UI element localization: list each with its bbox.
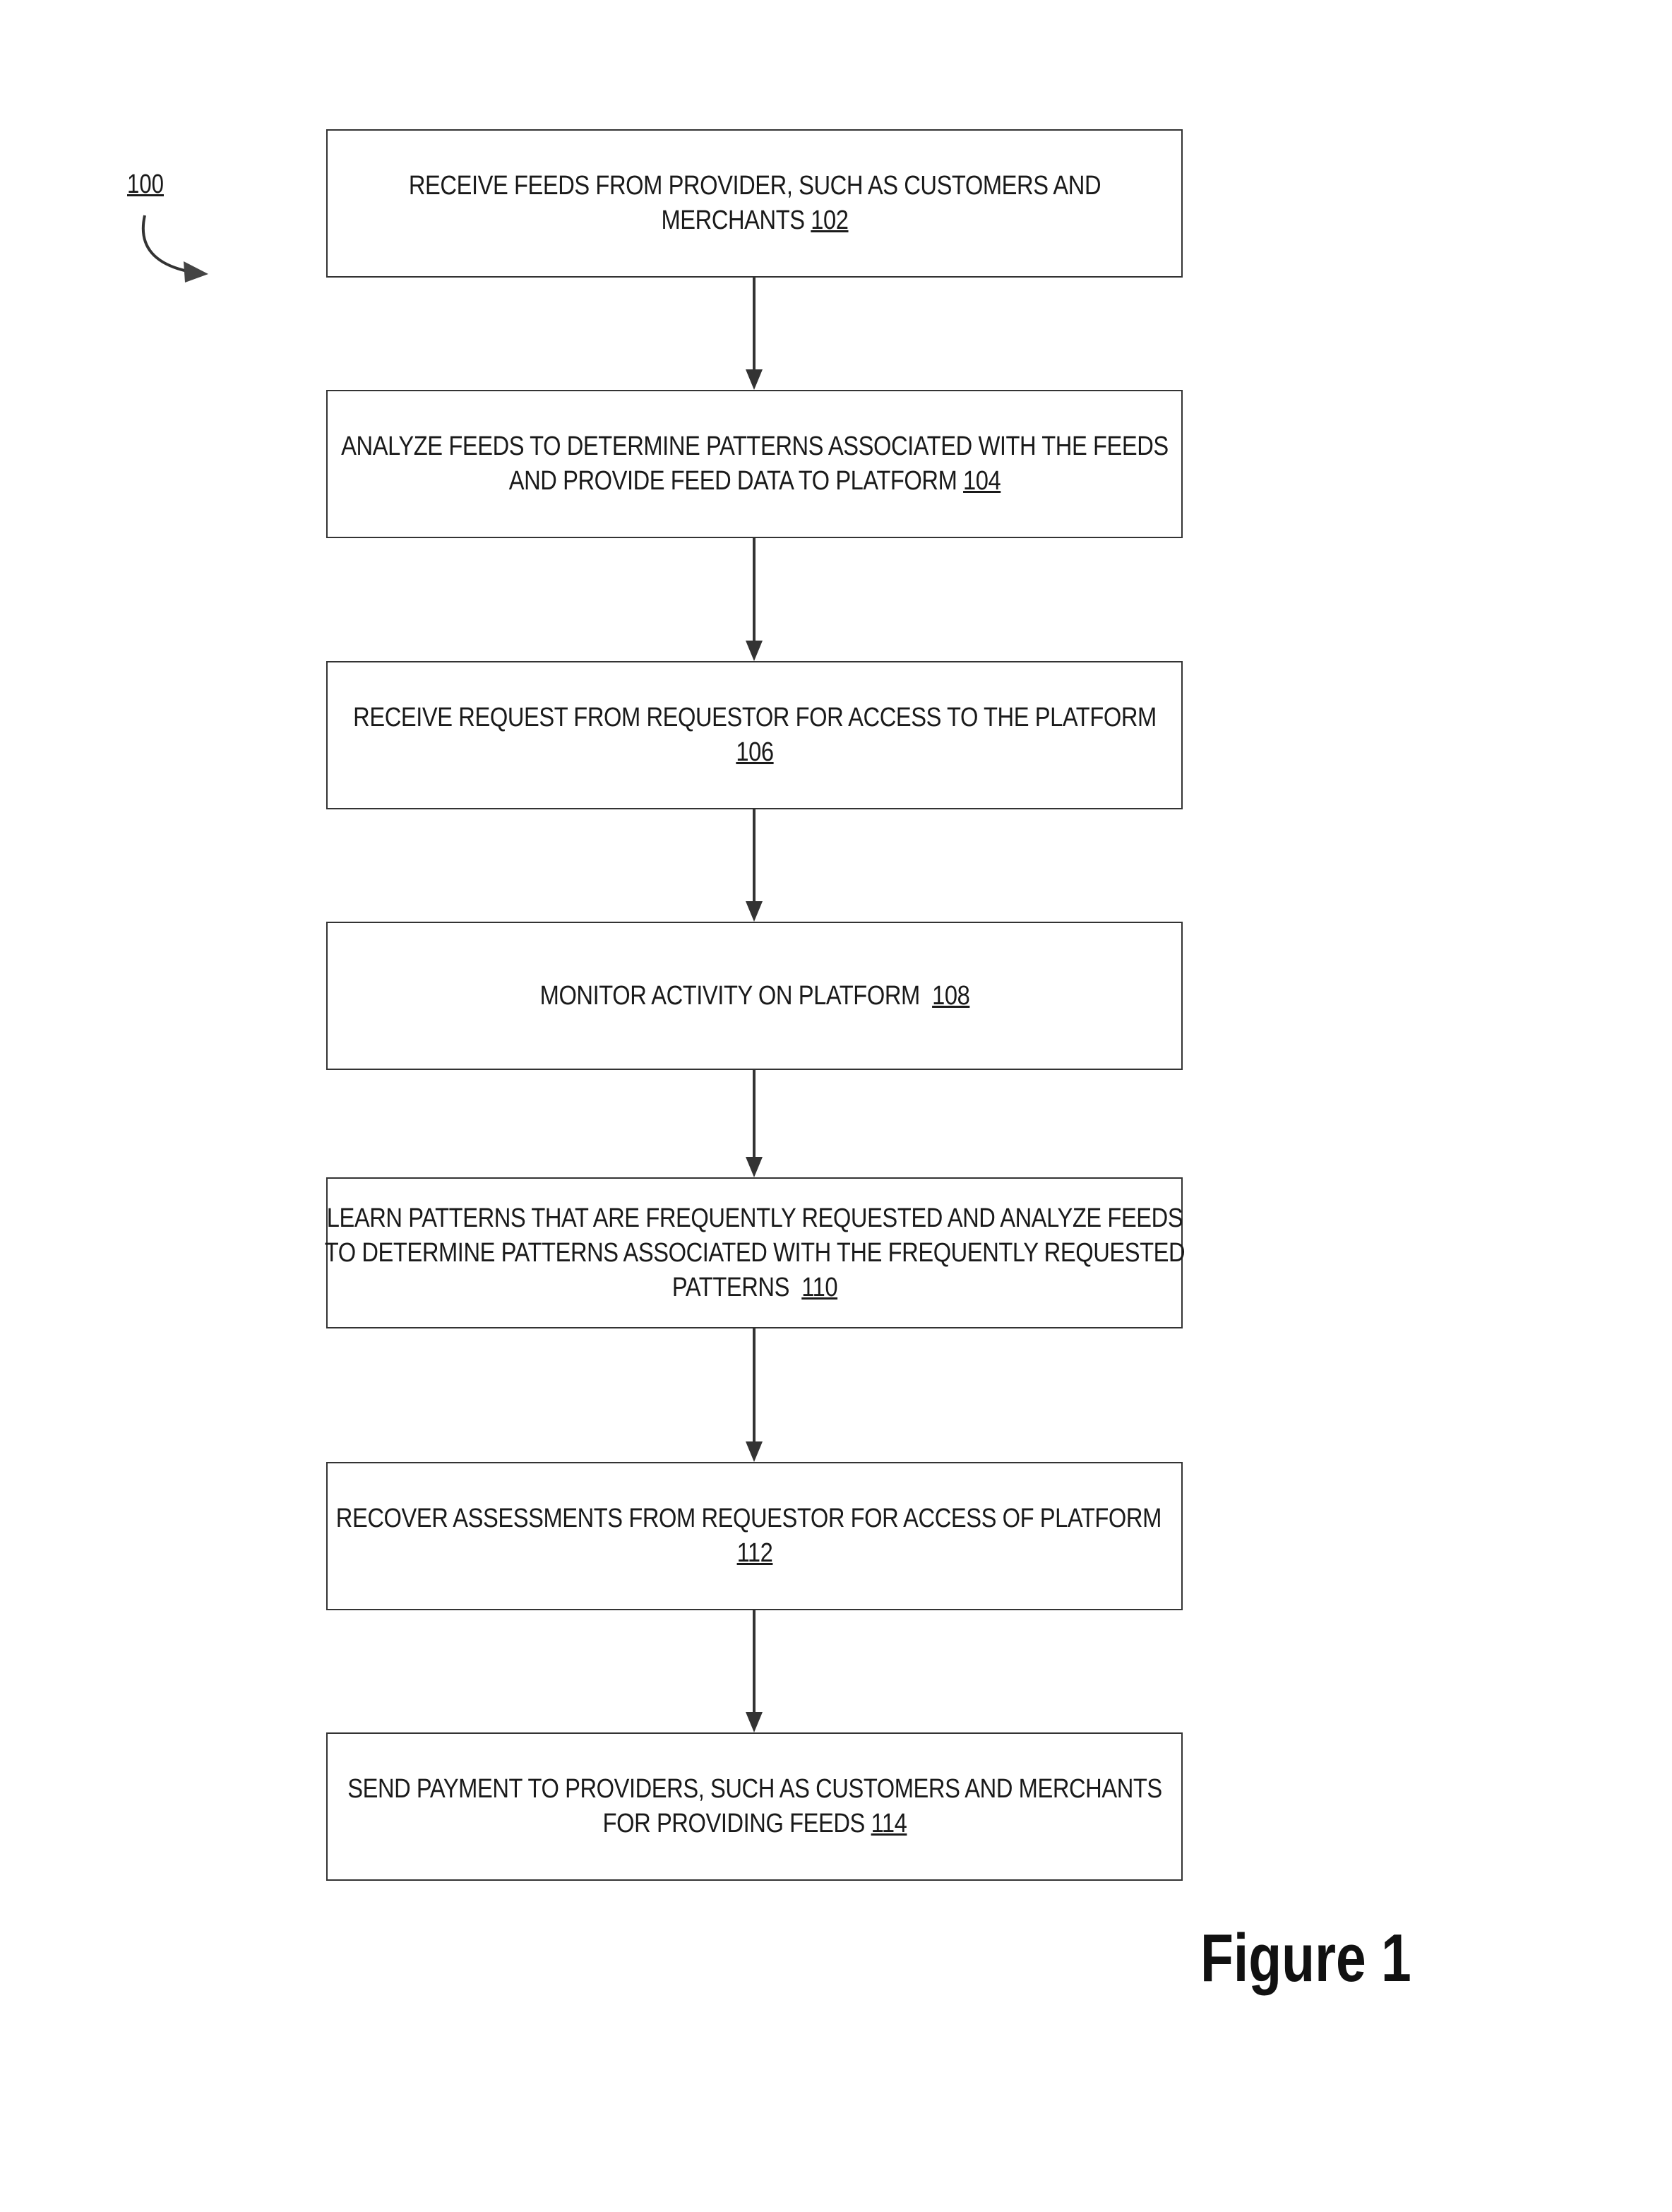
step-text: SEND PAYMENT TO PROVIDERS, SUCH AS CUSTO… [347,1774,1162,1838]
arrow-104-to-106 [746,538,763,661]
step-number: 112 [736,1538,772,1568]
step-box-112: RECOVER ASSESSMENTS FROM REQUESTOR FOR A… [326,1462,1183,1610]
step-box-104: ANALYZE FEEDS TO DETERMINE PATTERNS ASSO… [326,390,1183,538]
arrow-108-to-110 [746,1070,763,1177]
step-number: 102 [810,206,849,235]
step-number: 104 [962,466,1001,496]
arrow-102-to-104 [746,278,763,390]
step-box-106: RECEIVE REQUEST FROM REQUESTOR FOR ACCES… [326,661,1183,809]
reference-label: 100 [127,170,164,199]
step-text: RECEIVE REQUEST FROM REQUESTOR FOR ACCES… [352,703,1157,732]
arrow-106-to-108 [746,809,763,922]
step-text: MONITOR ACTIVITY ON PLATFORM [539,980,920,1011]
step-box-114: SEND PAYMENT TO PROVIDERS, SUCH AS CUSTO… [326,1732,1183,1881]
step-box-110: LEARN PATTERNS THAT ARE FREQUENTLY REQUE… [324,1177,1185,1328]
arrow-112-to-114 [746,1609,763,1732]
arrow-110-to-112 [746,1327,763,1462]
step-text: LEARN PATTERNS THAT ARE FREQUENTLY REQUE… [324,1203,1185,1302]
step-box-108: MONITOR ACTIVITY ON PLATFORM 108 [326,922,1183,1070]
step-text: RECOVER ASSESSMENTS FROM REQUESTOR FOR A… [335,1504,1162,1533]
step-text: ANALYZE FEEDS TO DETERMINE PATTERNS ASSO… [340,432,1169,496]
step-number: 114 [871,1809,907,1838]
step-number: 108 [931,980,970,1011]
step-number: 106 [735,737,774,767]
step-box-102: RECEIVE FEEDS FROM PROVIDER, SUCH AS CUS… [326,129,1183,278]
reference-arrow-icon [141,215,208,283]
figure-label: Figure 1 [1200,1920,1411,1996]
step-text: RECEIVE FEEDS FROM PROVIDER, SUCH AS CUS… [408,171,1101,235]
step-number: 110 [801,1272,837,1302]
